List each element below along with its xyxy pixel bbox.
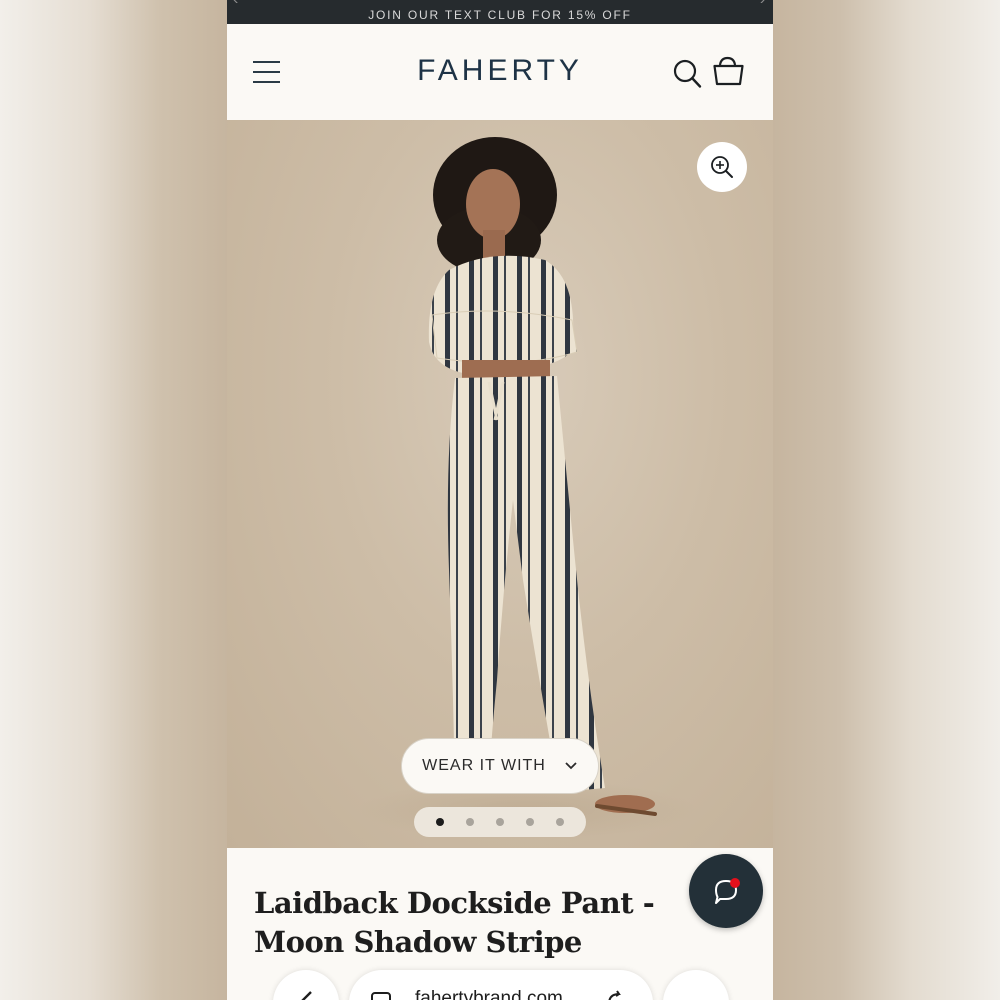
product-image-gallery[interactable]: WEAR IT WITH [227, 120, 773, 848]
slide-dot-3[interactable] [496, 818, 504, 826]
promo-text: JOIN OUR TEXT CLUB FOR 15% OFF [368, 8, 632, 22]
promo-bar[interactable]: ‹ JOIN OUR TEXT CLUB FOR 15% OFF › [227, 0, 773, 24]
reload-icon[interactable] [605, 990, 625, 1000]
promo-next-arrow[interactable]: › [760, 0, 767, 8]
promo-prev-arrow[interactable]: ‹ [233, 0, 240, 8]
chevron-down-icon [565, 762, 577, 770]
chat-button[interactable] [689, 854, 763, 928]
site-header: FAHERTY [227, 24, 773, 120]
browser-url-bar[interactable]: fahertybrand.com [349, 970, 653, 1000]
slide-dot-2[interactable] [466, 818, 474, 826]
shopping-bag-icon[interactable] [712, 56, 746, 88]
browser-more-button[interactable] [663, 970, 729, 1000]
product-title: Laidback Dockside Pant - Moon Shadow Str… [254, 886, 655, 959]
wear-it-with-button[interactable]: WEAR IT WITH [401, 738, 599, 794]
slide-dot-5[interactable] [556, 818, 564, 826]
zoom-button[interactable] [697, 142, 747, 192]
search-icon[interactable] [673, 58, 703, 90]
browser-back-button[interactable] [273, 970, 339, 1000]
chat-notification-dot [730, 878, 740, 888]
zoom-in-icon [711, 156, 733, 178]
back-arrow-icon [301, 991, 312, 1000]
tabs-icon [371, 992, 391, 1000]
browser-url-text: fahertybrand.com [415, 988, 563, 1000]
slide-dot-4[interactable] [526, 818, 534, 826]
wear-it-with-label: WEAR IT WITH [422, 757, 546, 774]
slide-pagination [414, 807, 586, 837]
slide-dot-1[interactable] [436, 818, 444, 826]
phone-viewport: ‹ JOIN OUR TEXT CLUB FOR 15% OFF › FAHER… [227, 0, 773, 1000]
